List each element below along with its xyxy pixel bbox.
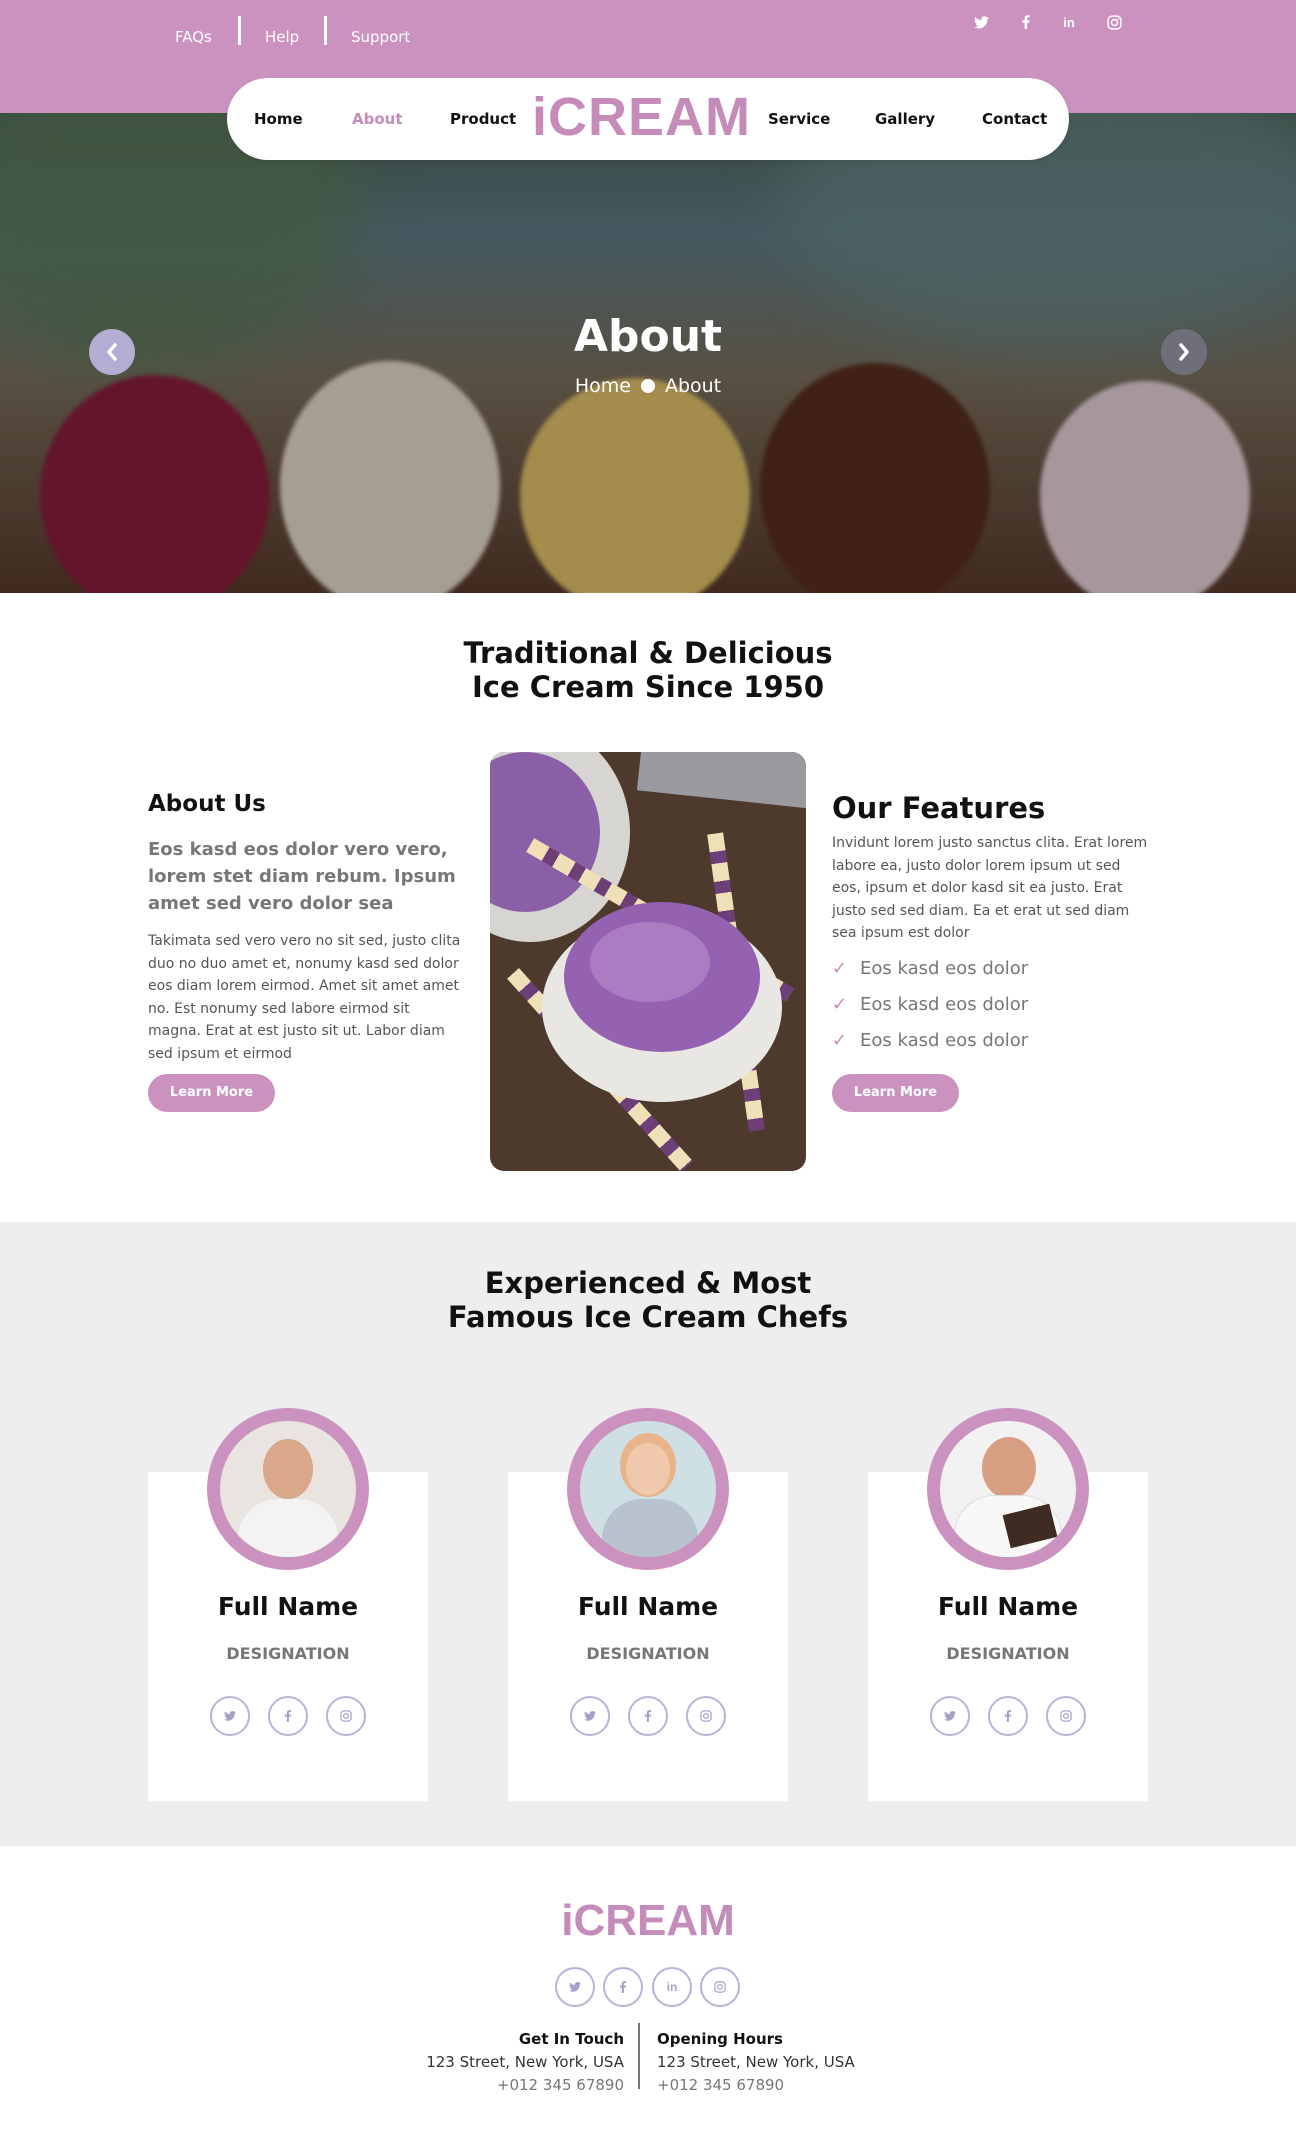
footer-phone: +012 345 67890 xyxy=(496,2076,624,2094)
facebook-icon[interactable] xyxy=(268,1696,308,1736)
member-designation: DESIGNATION xyxy=(226,1644,350,1663)
member-designation: DESIGNATION xyxy=(946,1644,1070,1663)
divider xyxy=(324,16,327,45)
instagram-icon[interactable] xyxy=(1104,12,1124,32)
carousel-prev-button[interactable] xyxy=(89,329,135,375)
chef-coat xyxy=(238,1499,338,1557)
facebook-icon[interactable] xyxy=(603,1967,643,2007)
about-heading: About Us xyxy=(148,791,266,817)
breadcrumb-home[interactable]: Home xyxy=(575,375,631,397)
title-line: Traditional & Delicious xyxy=(463,636,833,670)
nav-product[interactable]: Product xyxy=(450,110,516,128)
check-icon: ✓ xyxy=(832,994,848,1015)
facebook-icon[interactable] xyxy=(988,1696,1028,1736)
nav-contact[interactable]: Contact xyxy=(982,110,1047,128)
apron xyxy=(602,1499,698,1557)
team-section: Experienced & Most Famous Ice Cream Chef… xyxy=(0,1222,1296,1846)
instagram-icon[interactable] xyxy=(326,1696,366,1736)
twitter-icon[interactable] xyxy=(210,1696,250,1736)
feature-label: Eos kasd eos dolor xyxy=(860,1030,1029,1051)
member-name: Full Name xyxy=(577,1592,719,1621)
section-title: Experienced & Most Famous Ice Cream Chef… xyxy=(0,1266,1296,1334)
breadcrumb-separator xyxy=(640,379,655,393)
member-name: Full Name xyxy=(217,1592,359,1621)
facebook-icon[interactable] xyxy=(1016,12,1036,32)
support-link[interactable]: Support xyxy=(351,28,410,46)
title-line: Experienced & Most xyxy=(484,1266,812,1300)
faqs-link[interactable]: FAQs xyxy=(175,28,212,46)
nav-service[interactable]: Service xyxy=(768,110,830,128)
feature-label: Eos kasd eos dolor xyxy=(860,994,1029,1015)
face xyxy=(626,1443,670,1495)
feature-item: ✓ Eos kasd eos dolor xyxy=(832,958,1028,979)
learn-more-button[interactable]: Learn More xyxy=(832,1074,959,1112)
opening-hours: Opening Hours 123 Street, New York, USA … xyxy=(657,2028,855,2097)
check-icon: ✓ xyxy=(832,958,848,979)
about-body: Takimata sed vero vero no sit sed, justo… xyxy=(148,933,461,1062)
twitter-icon[interactable] xyxy=(971,12,991,32)
help-link[interactable]: Help xyxy=(265,28,299,46)
instagram-icon[interactable] xyxy=(1046,1696,1086,1736)
carousel-next-button[interactable] xyxy=(1161,329,1207,375)
twitter-icon[interactable] xyxy=(555,1967,595,2007)
hero-title: About xyxy=(573,311,723,362)
footer-heading: Opening Hours xyxy=(657,2030,783,2048)
get-in-touch: Get In Touch 123 Street, New York, USA +… xyxy=(426,2028,624,2097)
chevron-right-icon xyxy=(1179,343,1189,361)
hero-banner: About Home About xyxy=(0,113,1296,593)
chef-photo xyxy=(940,1421,1076,1557)
linkedin-icon[interactable]: in xyxy=(652,1967,692,2007)
logo[interactable]: iCREAM xyxy=(532,86,751,148)
section-title: Traditional & Delicious Ice Cream Since … xyxy=(0,636,1296,704)
tray xyxy=(636,752,806,814)
title-line: Famous Ice Cream Chefs xyxy=(447,1300,849,1334)
breadcrumb-current: About xyxy=(664,375,722,397)
ice-cream-image xyxy=(490,752,806,1171)
member-designation: DESIGNATION xyxy=(586,1644,710,1663)
twitter-icon[interactable] xyxy=(570,1696,610,1736)
instagram-icon[interactable] xyxy=(686,1696,726,1736)
nav-about[interactable]: About xyxy=(352,110,403,128)
divider xyxy=(238,16,241,45)
chevron-left-icon xyxy=(107,343,117,361)
footer-phone: +012 345 67890 xyxy=(657,2076,785,2094)
chef-photo xyxy=(220,1421,356,1557)
nav-home[interactable]: Home xyxy=(254,110,303,128)
face xyxy=(982,1437,1036,1499)
footer-logo[interactable]: iCREAM xyxy=(0,1896,1296,1946)
about-lead: Eos kasd eos dolor vero vero, lorem stet… xyxy=(148,839,456,914)
nav-gallery[interactable]: Gallery xyxy=(875,110,935,128)
title-line: Ice Cream Since 1950 xyxy=(471,670,825,704)
main-navigation: Home About Product iCREAM Service Galler… xyxy=(227,78,1069,160)
face xyxy=(263,1439,313,1499)
divider xyxy=(638,2023,640,2089)
scoop-highlight xyxy=(590,922,710,1002)
chef-photo xyxy=(580,1421,716,1557)
feature-item: ✓ Eos kasd eos dolor xyxy=(832,1030,1028,1051)
twitter-icon[interactable] xyxy=(930,1696,970,1736)
footer-address: 123 Street, New York, USA xyxy=(657,2053,855,2071)
member-name: Full Name xyxy=(937,1592,1079,1621)
footer-heading: Get In Touch xyxy=(518,2030,624,2048)
breadcrumb: Home About xyxy=(0,375,1296,397)
linkedin-icon[interactable]: in xyxy=(1059,12,1079,32)
facebook-icon[interactable] xyxy=(628,1696,668,1736)
avatar xyxy=(207,1408,369,1570)
avatar xyxy=(927,1408,1089,1570)
feature-item: ✓ Eos kasd eos dolor xyxy=(832,994,1028,1015)
features-body: Invidunt lorem justo sanctus clita. Erat… xyxy=(832,835,1148,941)
learn-more-button[interactable]: Learn More xyxy=(148,1074,275,1112)
check-icon: ✓ xyxy=(832,1030,848,1051)
feature-label: Eos kasd eos dolor xyxy=(860,958,1029,979)
footer-address: 123 Street, New York, USA xyxy=(426,2053,624,2071)
instagram-icon[interactable] xyxy=(700,1967,740,2007)
avatar xyxy=(567,1408,729,1570)
features-heading: Our Features xyxy=(832,791,1046,825)
